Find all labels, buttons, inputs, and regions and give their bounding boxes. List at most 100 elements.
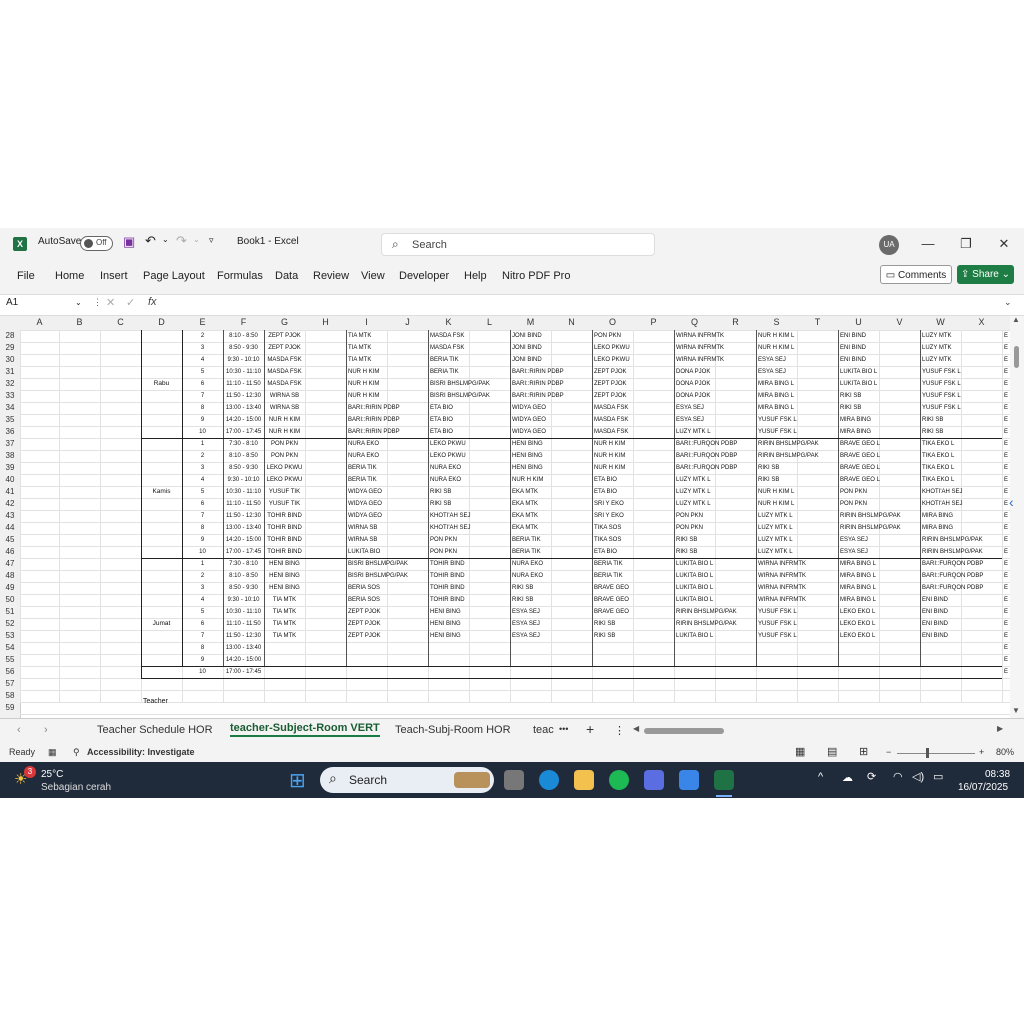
schedule-cell[interactable]: JONI BIND — [512, 330, 592, 342]
schedule-cell[interactable]: WIDYA GEO — [348, 486, 428, 498]
schedule-cell[interactable]: LUKITA BIO L — [676, 558, 756, 570]
column-header-a[interactable]: A — [20, 317, 59, 327]
schedule-cell[interactable]: BERIA TIK — [348, 462, 428, 474]
schedule-cell[interactable]: LUZY MTK L — [676, 498, 756, 510]
schedule-cell[interactable]: TIA MTK — [348, 354, 428, 366]
schedule-cell[interactable]: BRAVE GEO L — [840, 438, 920, 450]
tab-insert[interactable]: Insert — [100, 270, 128, 282]
period-cell[interactable]: 2 — [184, 570, 221, 582]
schedule-cell[interactable]: TOHIR BIND — [266, 534, 303, 546]
row-header-42[interactable]: 42 — [0, 498, 20, 510]
scroll-down-icon[interactable]: ▼ — [1012, 706, 1020, 715]
schedule-cell[interactable]: LEKO EKO L — [840, 630, 920, 642]
time-cell[interactable]: 11:50 - 12:30 — [225, 510, 262, 522]
period-cell[interactable]: 9 — [184, 534, 221, 546]
tab-nitro-pdf[interactable]: Nitro PDF Pro — [502, 270, 570, 282]
accessibility-icon[interactable]: ⚲ — [73, 747, 80, 758]
schedule-cell[interactable]: BERIA SOS — [348, 582, 428, 594]
day-label-jumat[interactable]: Jumat — [141, 618, 182, 630]
overflow-cell-x[interactable]: E — [1004, 486, 1008, 498]
period-cell[interactable]: 1 — [184, 558, 221, 570]
schedule-cell[interactable]: WIRNA INFRMTK — [758, 570, 838, 582]
confirm-entry-icon[interactable]: ✓ — [126, 296, 135, 309]
share-button[interactable]: ⇪ Share ⌄ — [957, 265, 1014, 284]
schedule-cell[interactable]: WIRNA SB — [266, 402, 303, 414]
schedule-cell[interactable]: ZEPT PJOK — [594, 378, 674, 390]
tab-review[interactable]: Review — [313, 270, 349, 282]
schedule-cell[interactable]: YUSUF FSK L — [758, 630, 838, 642]
schedule-cell[interactable]: MIRA BING — [922, 522, 1002, 534]
schedule-cell[interactable]: BISRI BHSLMPG/PAK — [430, 390, 510, 402]
time-cell[interactable]: 17:00 - 17:45 — [225, 546, 262, 558]
time-cell[interactable]: 8:50 - 9:30 — [225, 342, 262, 354]
overflow-cell-x[interactable]: E — [1004, 534, 1008, 546]
schedule-cell[interactable]: TIA MTK — [266, 618, 303, 630]
schedule-cell[interactable]: HENI BING — [430, 618, 510, 630]
schedule-cell[interactable]: BARI::RIRIN PDBP — [348, 414, 428, 426]
period-cell[interactable]: 9 — [184, 414, 221, 426]
schedule-cell[interactable]: NURA EKO — [348, 438, 428, 450]
column-header-j[interactable]: J — [387, 317, 428, 327]
period-cell[interactable]: 5 — [184, 486, 221, 498]
schedule-cell[interactable]: ETA BIO — [594, 486, 674, 498]
schedule-cell[interactable]: MIRA BING L — [840, 558, 920, 570]
time-cell[interactable]: 17:00 - 17:45 — [225, 666, 262, 678]
schedule-cell[interactable]: RIKI SB — [676, 546, 756, 558]
schedule-cell[interactable]: TIKA SOS — [594, 534, 674, 546]
close-button[interactable]: ✕ — [993, 233, 1015, 255]
more-options-icon[interactable]: ⋮ — [93, 297, 102, 308]
schedule-cell[interactable]: LUZY MTK L — [676, 486, 756, 498]
column-header-n[interactable]: N — [551, 317, 592, 327]
period-cell[interactable]: 10 — [184, 546, 221, 558]
schedule-cell[interactable]: BRAVE GEO — [594, 594, 674, 606]
time-cell[interactable]: 11:10 - 11:50 — [225, 618, 262, 630]
schedule-cell[interactable]: LUZY MTK L — [676, 474, 756, 486]
schedule-cell[interactable]: NUR H KIM — [348, 366, 428, 378]
schedule-cell[interactable]: LUKITA BIO L — [676, 582, 756, 594]
schedule-cell[interactable]: RIRIN BHSLMPG/PAK — [922, 546, 1002, 558]
tab-file[interactable]: File — [17, 270, 35, 282]
column-header-b[interactable]: B — [59, 317, 100, 327]
schedule-cell[interactable]: BISRI BHSLMPG/PAK — [348, 558, 428, 570]
time-cell[interactable]: 9:30 - 10:10 — [225, 474, 262, 486]
period-cell[interactable]: 10 — [184, 666, 221, 678]
schedule-cell[interactable]: TIA MTK — [266, 606, 303, 618]
row-header-44[interactable]: 44 — [0, 522, 20, 534]
schedule-cell[interactable]: ESYA SEJ — [758, 354, 838, 366]
schedule-cell[interactable]: LUZY MTK L — [758, 522, 838, 534]
period-cell[interactable]: 8 — [184, 522, 221, 534]
schedule-cell[interactable]: BISRI BHSLMPG/PAK — [348, 570, 428, 582]
time-cell[interactable]: 8:10 - 8:50 — [225, 330, 262, 342]
battery-icon[interactable]: ▭ — [933, 770, 943, 783]
schedule-cell[interactable]: LEKO PKWU — [266, 462, 303, 474]
column-header-m[interactable]: M — [510, 317, 551, 327]
schedule-cell[interactable]: ESYA SEJ — [676, 402, 756, 414]
column-header-v[interactable]: V — [879, 317, 920, 327]
column-header-c[interactable]: C — [100, 317, 141, 327]
undo-icon[interactable]: ↶ — [145, 233, 156, 249]
schedule-cell[interactable]: LUKITA BIO L — [840, 378, 920, 390]
row-header-39[interactable]: 39 — [0, 462, 20, 474]
row-header-31[interactable]: 31 — [0, 366, 20, 378]
overflow-cell-x[interactable]: E — [1004, 666, 1008, 678]
schedule-cell[interactable]: RIRIN BHSLMPG/PAK — [758, 438, 838, 450]
macro-record-icon[interactable]: ▦ — [48, 747, 57, 758]
schedule-cell[interactable]: LUZY MTK L — [676, 426, 756, 438]
schedule-cell[interactable]: ZEPT PJOK — [348, 606, 428, 618]
excel-taskbar-icon[interactable] — [714, 770, 734, 790]
schedule-cell[interactable]: MIRA BING L — [840, 582, 920, 594]
column-header-g[interactable]: G — [264, 317, 305, 327]
app-icon[interactable] — [644, 770, 664, 790]
schedule-cell[interactable]: TIA MTK — [348, 330, 428, 342]
day-label-rabu[interactable]: Rabu — [141, 378, 182, 390]
tab-formulas[interactable]: Formulas — [217, 270, 263, 282]
prev-sheet-icon[interactable]: ‹ — [17, 724, 21, 736]
schedule-cell[interactable]: TIA MTK — [266, 594, 303, 606]
wifi-icon[interactable]: ◠ — [893, 770, 903, 783]
undo-dropdown-icon[interactable]: ⌄ — [162, 235, 169, 244]
overflow-cell-x[interactable]: E — [1004, 450, 1008, 462]
schedule-cell[interactable]: BERIA TIK — [512, 546, 592, 558]
schedule-cell[interactable]: YUSUF FSK L — [922, 402, 1002, 414]
schedule-cell[interactable]: ENI BIND — [840, 342, 920, 354]
schedule-cell[interactable]: HENI BING — [512, 450, 592, 462]
